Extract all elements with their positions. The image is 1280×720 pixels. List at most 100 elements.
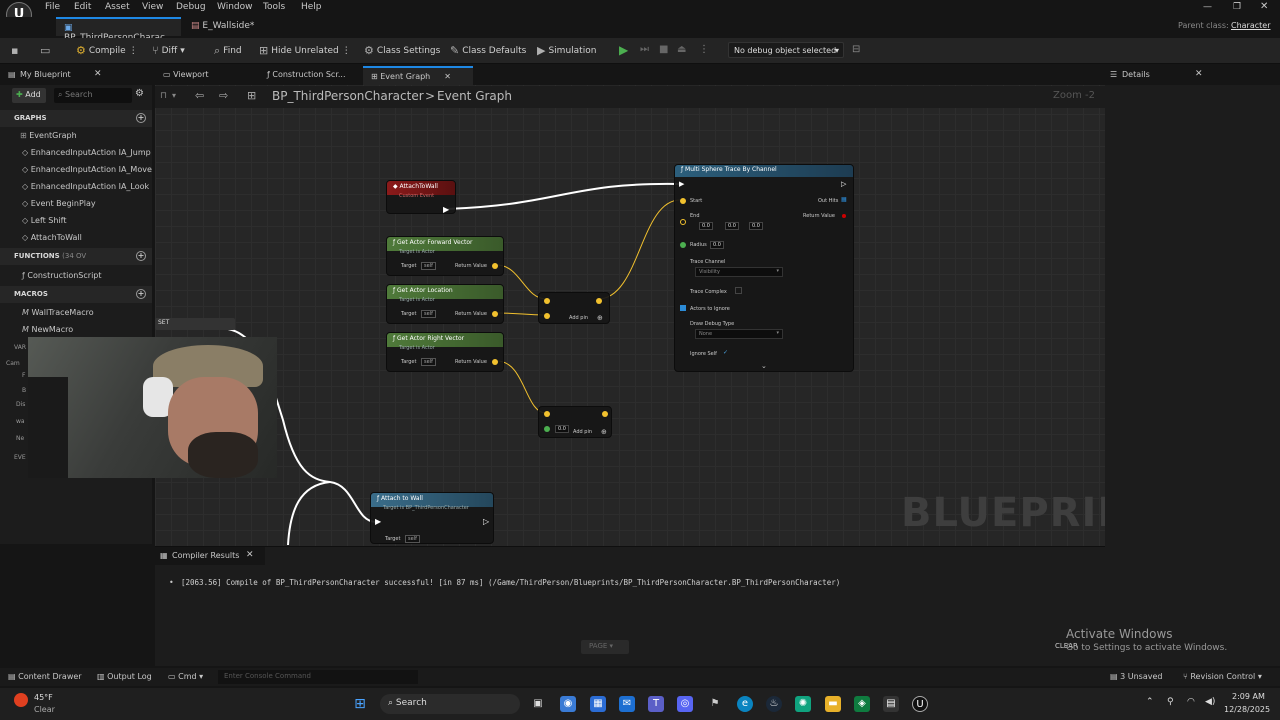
chatgpt-icon[interactable]: ✺ bbox=[795, 696, 811, 712]
get-actor-location-node[interactable]: ƒ Get Actor Location Target is Actor Tar… bbox=[386, 284, 504, 324]
unsaved-button[interactable]: ▤ 3 Unsaved bbox=[1110, 672, 1162, 681]
exec-in-pin[interactable]: ▶ bbox=[375, 517, 381, 526]
radius-pin[interactable] bbox=[680, 242, 686, 248]
end-y-value[interactable]: 0.0 bbox=[725, 222, 739, 230]
add-pin-plus-icon[interactable]: ⊕ bbox=[597, 314, 603, 322]
ignore-self-check-icon[interactable]: ✓ bbox=[723, 349, 728, 356]
cmd-dropdown[interactable]: ▭ Cmd ▾ bbox=[168, 672, 203, 681]
add-pin-label[interactable]: Add pin bbox=[569, 315, 588, 321]
android-icon[interactable]: ◈ bbox=[854, 696, 870, 712]
radius-value[interactable]: 0.0 bbox=[710, 241, 724, 249]
input-pin-b[interactable] bbox=[544, 313, 550, 319]
float-value[interactable]: 0.0 bbox=[555, 425, 569, 433]
self-value: self bbox=[421, 310, 436, 318]
get-forward-vector-node[interactable]: ƒ Get Actor Forward Vector Target is Act… bbox=[386, 236, 504, 276]
webcam-chair bbox=[28, 377, 68, 478]
windows-start-icon[interactable]: ⊞ bbox=[352, 696, 368, 712]
output-pin[interactable] bbox=[596, 298, 602, 304]
status-bar: ▤ Content Drawer ▥ Output Log ▭ Cmd ▾ En… bbox=[0, 668, 1280, 686]
unreal-taskbar-icon[interactable]: U bbox=[912, 696, 928, 712]
page-dropdown[interactable]: PAGE ▾ bbox=[581, 640, 629, 654]
end-x-value[interactable]: 0.0 bbox=[699, 222, 713, 230]
exec-in-pin[interactable]: ▶ bbox=[679, 180, 684, 188]
file-explorer-icon[interactable]: ▬ bbox=[825, 696, 841, 712]
terminal-app-icon[interactable]: ▤ bbox=[883, 696, 899, 712]
node-subtitle: Target is BP_ThirdPersonCharacter bbox=[383, 505, 469, 511]
content-drawer-button[interactable]: ▤ Content Drawer bbox=[8, 672, 82, 681]
trace-complex-checkbox[interactable] bbox=[735, 287, 742, 294]
webcam-overlay bbox=[28, 337, 277, 478]
vector-wire bbox=[496, 360, 547, 414]
windows-taskbar: 45°F Clear ⊞ ⌕ Search ▣ ◉ ▦ ✉ T ◎ ⚑ e ♨ … bbox=[0, 688, 1280, 720]
page-label: PAGE bbox=[589, 642, 608, 650]
console-input[interactable]: Enter Console Command bbox=[218, 670, 418, 684]
edge-icon[interactable]: e bbox=[737, 696, 753, 712]
revision-control-button[interactable]: ⑂ Revision Control ▾ bbox=[1183, 672, 1262, 681]
get-right-vector-node[interactable]: ƒ Get Actor Right Vector Target is Actor… bbox=[386, 332, 504, 372]
taskbar-search[interactable]: ⌕ Search bbox=[380, 694, 520, 714]
attachtowall-event-node[interactable]: ◆ AttachToWall Custom Event ▶ bbox=[386, 180, 456, 214]
attach-to-wall-call-node[interactable]: ƒ Attach to Wall Target is BP_ThirdPerso… bbox=[370, 492, 494, 544]
outlook-icon[interactable]: ✉ bbox=[619, 696, 635, 712]
add-pin-plus-icon[interactable]: ⊕ bbox=[601, 428, 607, 436]
close-tab-icon[interactable]: ✕ bbox=[1195, 69, 1203, 79]
end-pin[interactable] bbox=[680, 219, 686, 225]
app-icon[interactable]: ⚑ bbox=[707, 696, 723, 712]
webcam-beard bbox=[188, 432, 258, 478]
trace-channel-dropdown[interactable]: Visibility ▾ bbox=[695, 267, 783, 277]
exec-wire bbox=[287, 481, 331, 546]
input-pin-a[interactable] bbox=[544, 411, 550, 417]
exec-wire bbox=[446, 182, 681, 210]
clock-time: 2:09 AM bbox=[1232, 692, 1265, 701]
add-vector-node-2[interactable]: 0.0 Add pin ⊕ bbox=[538, 406, 612, 438]
ignore-self-label: Ignore Self bbox=[690, 351, 717, 357]
tray-chevron-icon[interactable]: ⌃ bbox=[1146, 697, 1154, 707]
output-log-button[interactable]: ▥ Output Log bbox=[97, 672, 152, 681]
multi-sphere-trace-node[interactable]: ƒ Multi Sphere Trace By Channel ▶ ▷ Star… bbox=[674, 164, 854, 372]
microphone-icon[interactable]: ⚲ bbox=[1167, 697, 1174, 707]
add-pin-label[interactable]: Add pin bbox=[573, 429, 592, 435]
add-vector-node-1[interactable]: Add pin ⊕ bbox=[538, 292, 610, 324]
discord-icon[interactable]: ◎ bbox=[677, 696, 693, 712]
exec-out-pin[interactable]: ▷ bbox=[483, 517, 489, 526]
task-view-icon[interactable]: ▣ bbox=[530, 696, 546, 712]
actors-ignore-pin[interactable] bbox=[680, 305, 686, 311]
compiler-title: Compiler Results bbox=[172, 551, 240, 560]
store-icon[interactable]: ▦ bbox=[590, 696, 606, 712]
draw-debug-type-label: Draw Debug Type bbox=[690, 321, 735, 327]
input-pin-a[interactable] bbox=[544, 298, 550, 304]
chevron-down-icon: ▾ bbox=[776, 268, 779, 274]
compiler-results-tab[interactable]: ▦ Compiler Results ✕ bbox=[155, 547, 265, 565]
console-placeholder: Enter Console Command bbox=[224, 672, 312, 680]
exec-out-pin[interactable]: ▷ bbox=[841, 180, 846, 188]
node-title: Get Actor Forward Vector bbox=[397, 239, 473, 246]
trace-channel-label: Trace Channel bbox=[690, 259, 726, 265]
start-pin-label: Start bbox=[690, 198, 703, 204]
end-pin-label: End bbox=[690, 213, 700, 219]
copilot-icon[interactable]: ◉ bbox=[560, 696, 576, 712]
return-value-pin[interactable] bbox=[492, 311, 498, 317]
end-z-value[interactable]: 0.0 bbox=[749, 222, 763, 230]
return-value-pin[interactable] bbox=[492, 263, 498, 269]
teams-icon[interactable]: T bbox=[648, 696, 664, 712]
exec-out-pin[interactable]: ▶ bbox=[443, 205, 449, 214]
input-pin-b[interactable] bbox=[544, 426, 550, 432]
steam-icon[interactable]: ♨ bbox=[766, 696, 782, 712]
radius-pin-label: Radius bbox=[690, 242, 707, 248]
node-subtitle: Target is Actor bbox=[399, 297, 435, 303]
close-tab-icon[interactable]: ✕ bbox=[246, 550, 254, 560]
draw-debug-dropdown[interactable]: None ▾ bbox=[695, 329, 783, 339]
weather-icon[interactable] bbox=[14, 693, 28, 707]
expand-chevron-icon[interactable]: ⌄ bbox=[761, 362, 767, 370]
return-bool-pin[interactable] bbox=[842, 214, 846, 218]
return-pin-label: Return Value bbox=[455, 311, 487, 317]
node-header: ƒ Multi Sphere Trace By Channel bbox=[675, 165, 853, 177]
volume-icon[interactable]: ◀) bbox=[1205, 697, 1215, 707]
wifi-icon[interactable]: ◠ bbox=[1187, 697, 1195, 707]
out-hits-array-pin[interactable]: ▦ bbox=[841, 196, 847, 203]
start-pin[interactable] bbox=[680, 198, 686, 204]
return-value-pin[interactable] bbox=[492, 359, 498, 365]
output-pin[interactable] bbox=[602, 411, 608, 417]
details-tab[interactable]: ☰ Details ✕ bbox=[1105, 66, 1280, 85]
set-node[interactable]: SET bbox=[155, 318, 235, 330]
